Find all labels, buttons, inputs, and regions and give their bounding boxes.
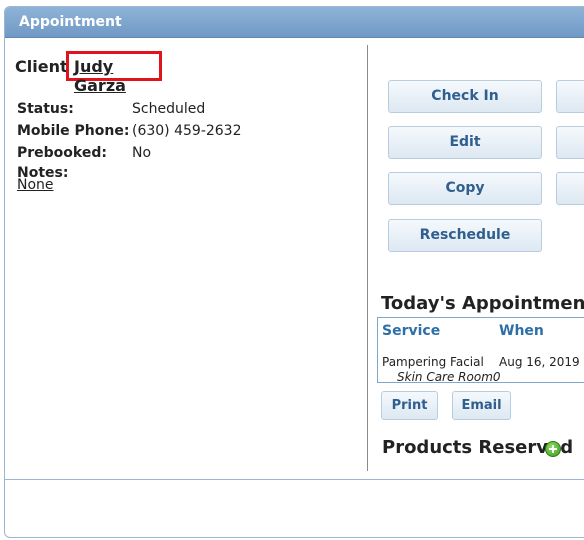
mobile-label: Mobile Phone: xyxy=(17,123,130,139)
column-header-service: Service xyxy=(382,323,441,339)
prebooked-value: No xyxy=(132,145,152,161)
footer-divider xyxy=(5,479,584,480)
client-name-link[interactable]: Judy Garza xyxy=(66,51,162,95)
notes-link[interactable]: None xyxy=(17,177,54,193)
column-header-when: When xyxy=(499,323,544,339)
action-button-right-2[interactable] xyxy=(556,126,584,159)
copy-button[interactable]: Copy xyxy=(388,172,542,205)
title-bar: Appointment xyxy=(5,7,584,38)
edit-button[interactable]: Edit xyxy=(388,126,542,159)
appointment-service: Pampering Facial xyxy=(382,355,484,369)
client-label: Client xyxy=(15,57,68,76)
mobile-value: (630) 459-2632 xyxy=(132,123,242,139)
todays-appointments-heading: Today's Appointments xyxy=(381,293,584,314)
action-button-right-1[interactable] xyxy=(556,80,584,113)
appointment-room: Skin Care Room0 xyxy=(397,370,501,384)
status-label: Status: xyxy=(17,101,74,117)
email-button[interactable]: Email xyxy=(452,391,511,420)
appointments-table: Service When Pampering Facial Aug 16, 20… xyxy=(377,317,584,384)
check-in-button[interactable]: Check In xyxy=(388,80,542,113)
action-button-right-3[interactable] xyxy=(556,172,584,205)
column-divider xyxy=(367,45,368,471)
appointment-when: Aug 16, 2019 3 xyxy=(499,355,584,369)
window-title: Appointment xyxy=(19,14,122,30)
status-value: Scheduled xyxy=(132,101,206,117)
reschedule-button[interactable]: Reschedule xyxy=(388,219,542,252)
print-button[interactable]: Print xyxy=(381,391,438,420)
add-icon[interactable] xyxy=(545,441,561,457)
prebooked-label: Prebooked: xyxy=(17,145,107,161)
